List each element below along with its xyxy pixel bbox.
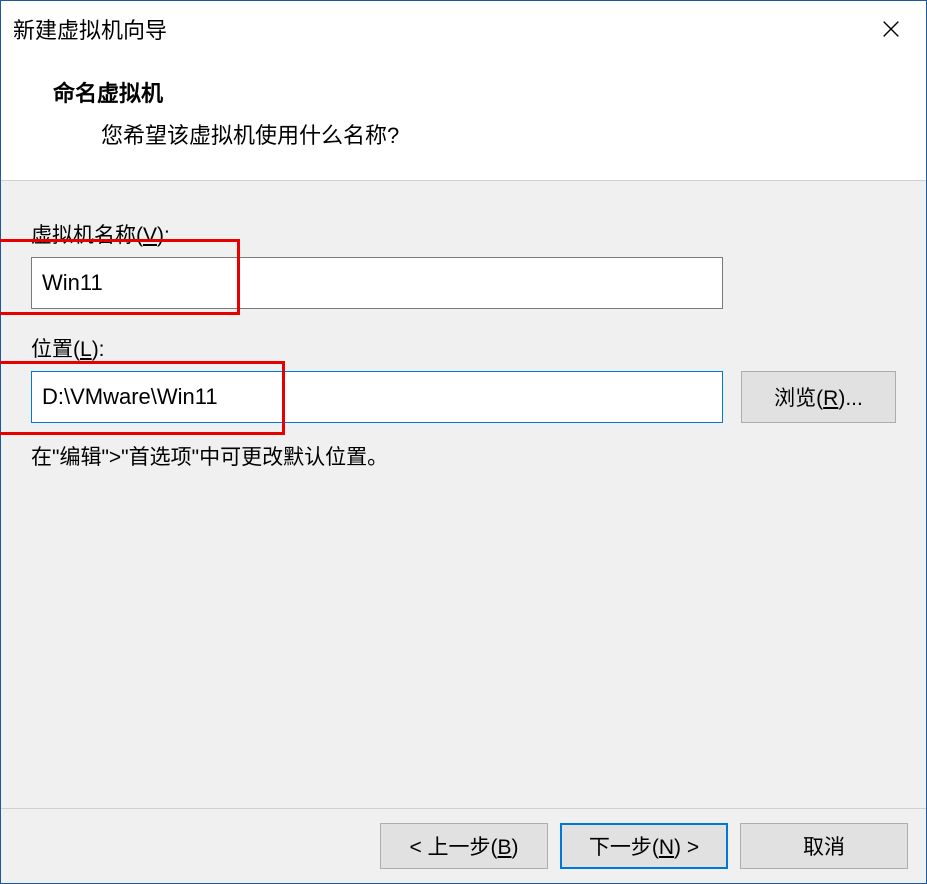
next-button[interactable]: 下一步(N) > xyxy=(560,823,728,869)
wizard-dialog: 新建虚拟机向导 命名虚拟机 您希望该虚拟机使用什么名称? 虚拟机名称(V): 位… xyxy=(0,0,927,884)
location-row: 位置(L): 浏览(R)... xyxy=(31,333,896,423)
location-label: 位置(L): xyxy=(31,333,896,363)
close-icon xyxy=(880,18,902,40)
back-button[interactable]: < 上一步(B) xyxy=(380,823,548,869)
browse-button[interactable]: 浏览(R)... xyxy=(741,371,896,423)
vm-name-row: 虚拟机名称(V): xyxy=(31,219,896,309)
titlebar: 新建虚拟机向导 xyxy=(1,1,926,56)
vm-name-label: 虚拟机名称(V): xyxy=(31,219,896,249)
close-button[interactable] xyxy=(856,1,926,56)
dialog-title: 新建虚拟机向导 xyxy=(13,13,167,45)
vm-name-input[interactable] xyxy=(31,257,723,309)
wizard-body: 虚拟机名称(V): 位置(L): 浏览(R)... 在"编辑">"首选项"中可更… xyxy=(1,180,926,808)
cancel-button[interactable]: 取消 xyxy=(740,823,908,869)
location-input[interactable] xyxy=(31,371,723,423)
wizard-step-subtitle: 您希望该虚拟机使用什么名称? xyxy=(101,118,896,150)
default-location-hint: 在"编辑">"首选项"中可更改默认位置。 xyxy=(31,441,896,471)
wizard-footer: < 上一步(B) 下一步(N) > 取消 xyxy=(1,808,926,883)
wizard-header: 命名虚拟机 您希望该虚拟机使用什么名称? xyxy=(1,56,926,180)
wizard-step-title: 命名虚拟机 xyxy=(53,76,896,108)
